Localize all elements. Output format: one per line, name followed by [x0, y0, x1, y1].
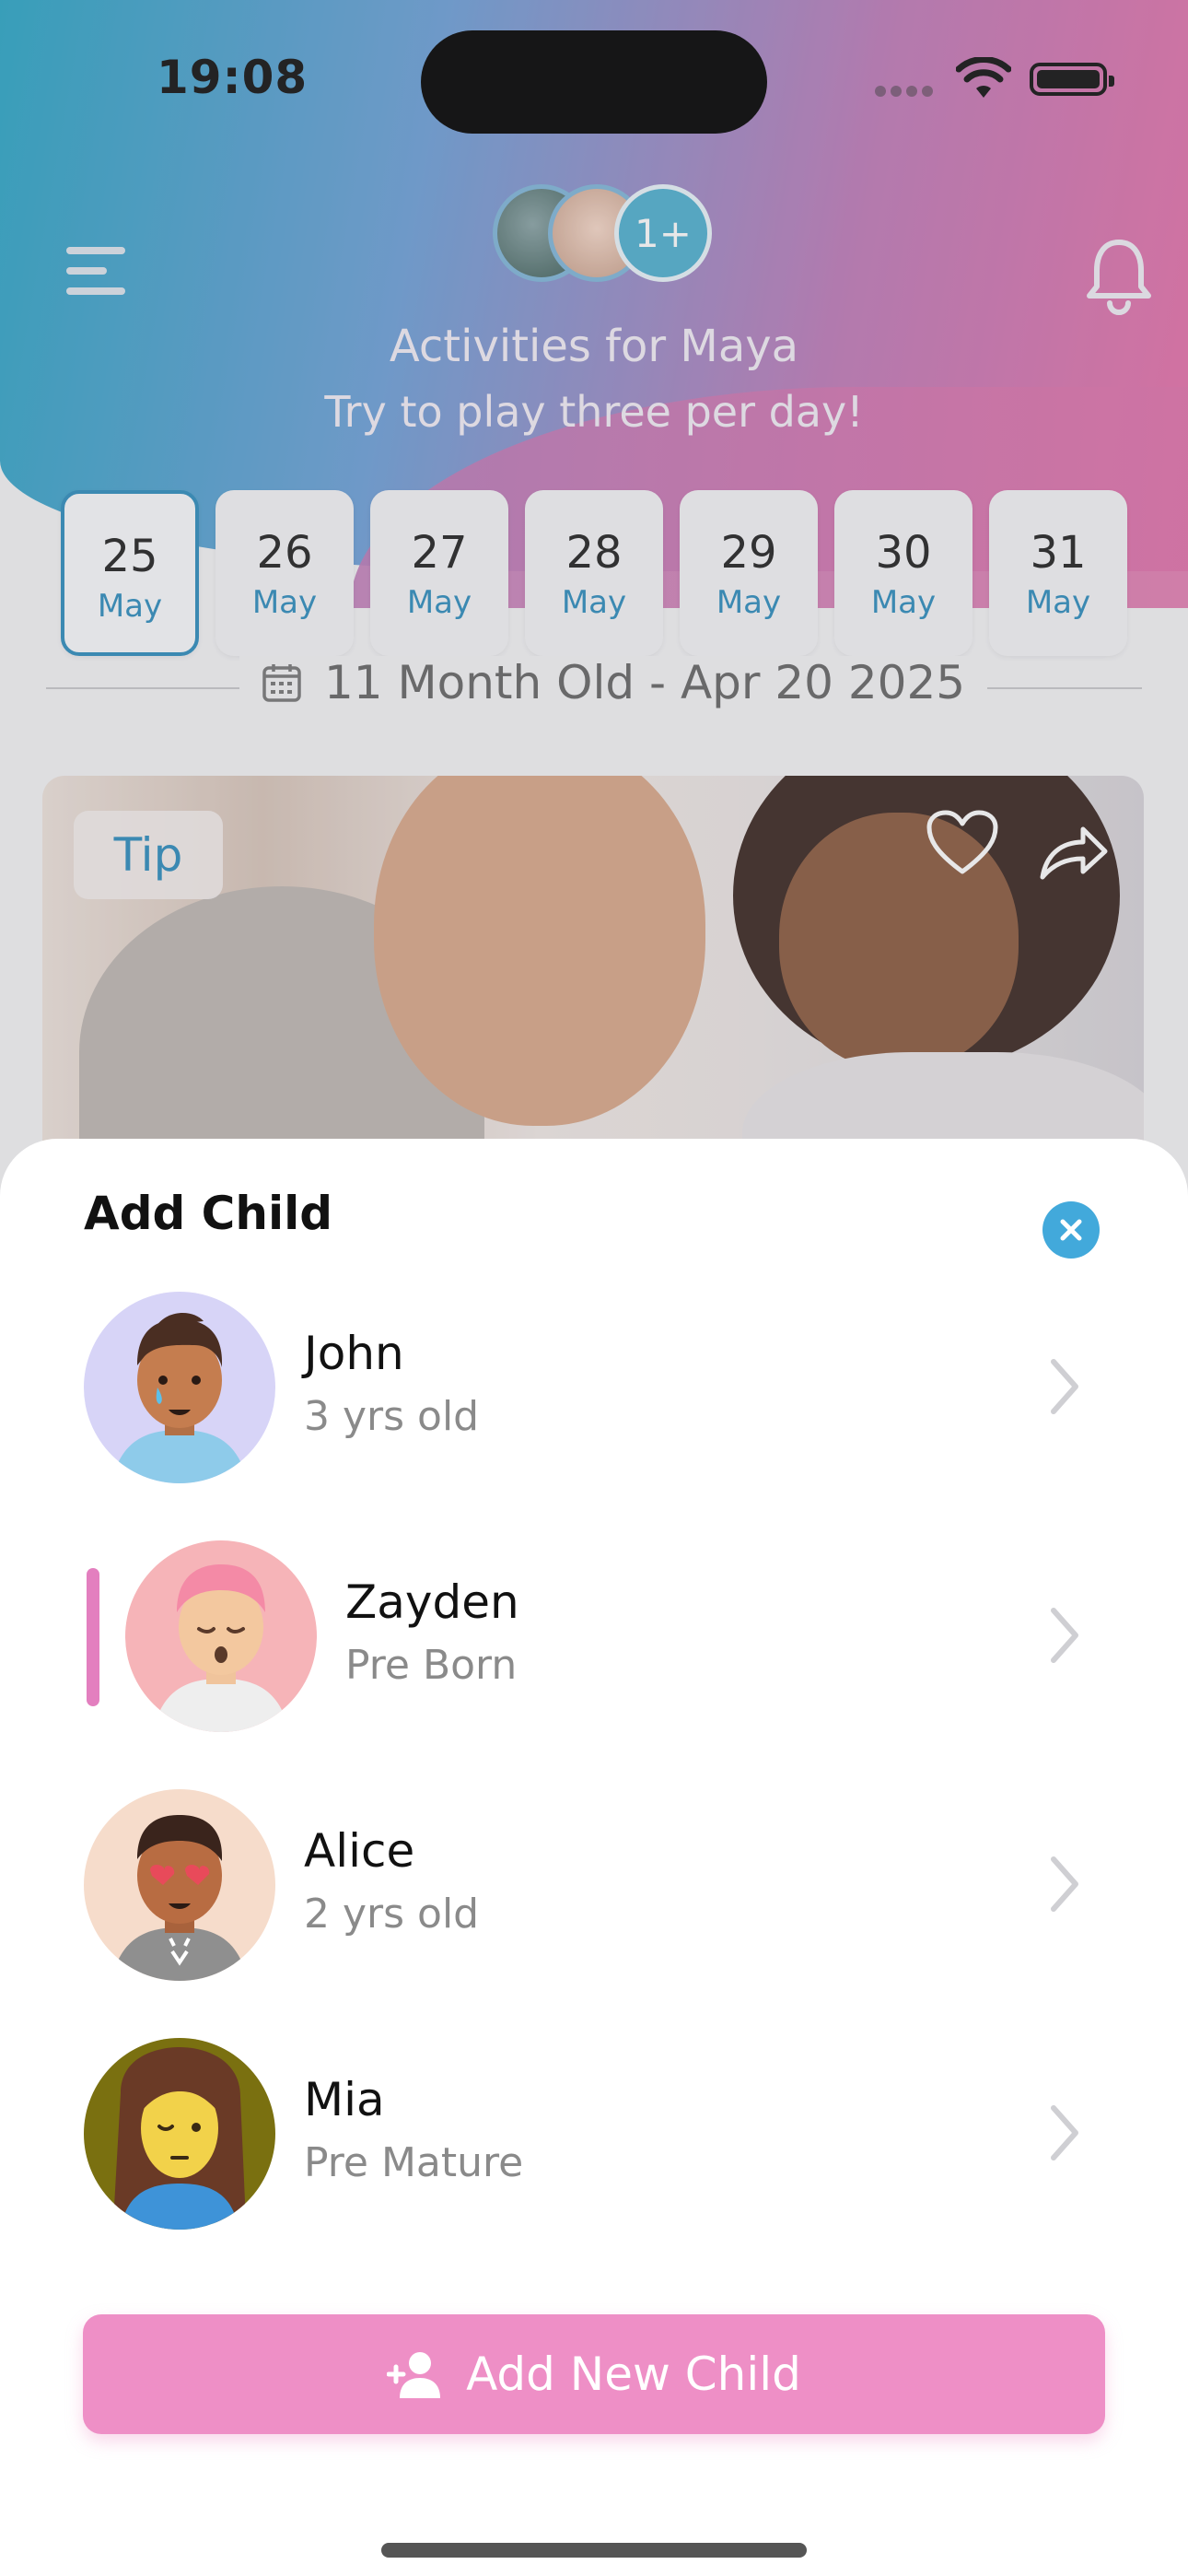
- home-screen: 19:08 1+ Activities for Maya Try to play…: [0, 0, 1188, 1198]
- child-name: Zayden: [345, 1575, 519, 1629]
- child-age: 3 yrs old: [304, 1393, 480, 1440]
- add-new-child-label: Add New Child: [466, 2348, 801, 2401]
- add-new-child-button[interactable]: Add New Child: [83, 2314, 1105, 2434]
- add-user-icon: [387, 2352, 441, 2398]
- sheet-title: Add Child: [84, 1187, 333, 1240]
- child-row-zayden[interactable]: Zayden Pre Born: [0, 1540, 1188, 1752]
- child-name: John: [304, 1327, 404, 1380]
- avatar: [84, 2038, 275, 2230]
- child-row-john[interactable]: John 3 yrs old: [0, 1292, 1188, 1504]
- avatar: [125, 1540, 317, 1732]
- child-age: 2 yrs old: [304, 1891, 480, 1938]
- add-child-sheet: Add Child John 3 yrs old Zayden Pre Born…: [0, 1139, 1188, 2576]
- chevron-right-icon: [1051, 1856, 1078, 1912]
- child-row-alice[interactable]: Alice 2 yrs old: [0, 1789, 1188, 2001]
- child-name: Mia: [304, 2073, 385, 2126]
- close-icon: [1060, 1219, 1082, 1241]
- avatar: [84, 1292, 275, 1483]
- home-indicator[interactable]: [381, 2543, 807, 2558]
- child-age: Pre Mature: [304, 2139, 524, 2186]
- close-button[interactable]: [1042, 1201, 1100, 1259]
- child-row-mia[interactable]: Mia Pre Mature: [0, 2038, 1188, 2250]
- child-age: Pre Born: [345, 1642, 518, 1689]
- chevron-right-icon: [1051, 2105, 1078, 2160]
- child-name: Alice: [304, 1824, 415, 1878]
- selected-indicator: [87, 1568, 99, 1706]
- chevron-right-icon: [1051, 1359, 1078, 1414]
- chevron-right-icon: [1051, 1608, 1078, 1663]
- modal-backdrop[interactable]: [0, 0, 1188, 1198]
- avatar: [84, 1789, 275, 1981]
